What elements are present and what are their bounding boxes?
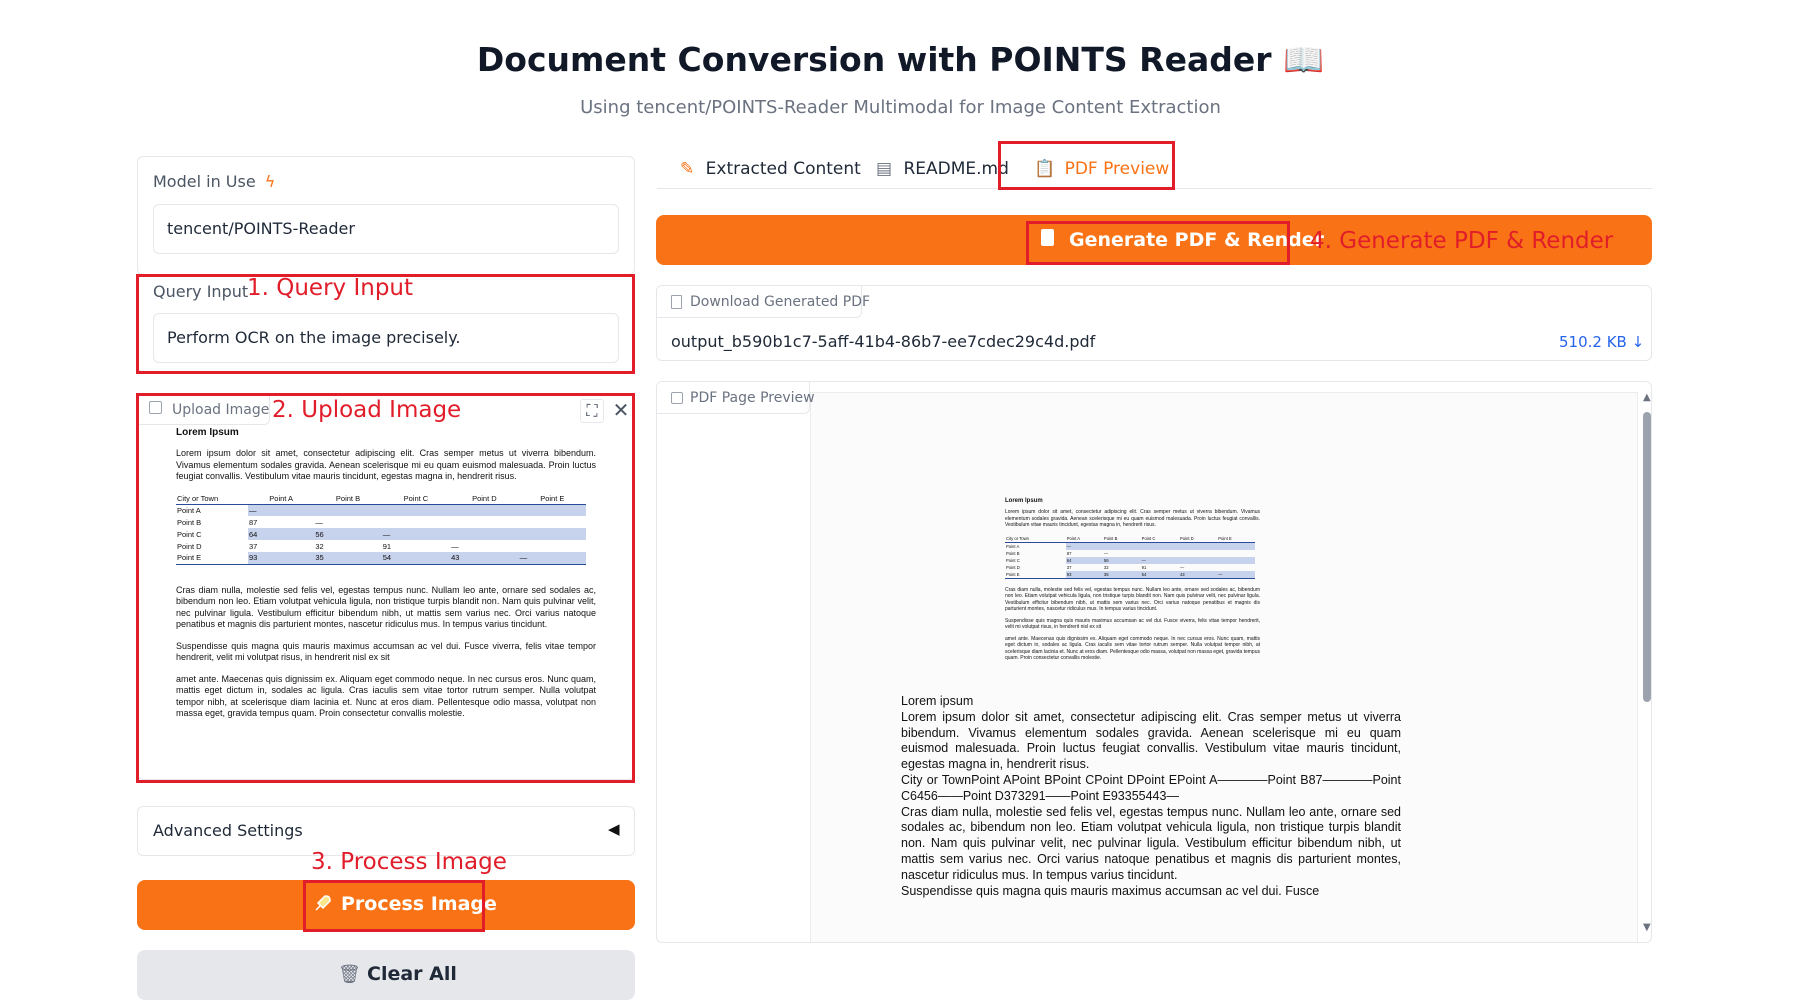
clear-all-button[interactable]: 🗑 Clear All <box>137 950 635 1000</box>
download-file-name[interactable]: output_b590b1c7-5aff-41b4-86b7-ee7cdec29… <box>671 332 1095 351</box>
trash-icon: 🗑 <box>338 964 361 985</box>
document-icon: ▤ <box>876 159 893 179</box>
tab-readme[interactable]: ▤ README.md <box>876 159 1009 179</box>
advanced-settings-label: Advanced Settings <box>153 821 303 840</box>
extracted-paragraph: Suspendisse quis magna quis mauris maxim… <box>901 883 1320 898</box>
memo-icon: ✎ <box>680 159 695 179</box>
annotation-box-upload <box>136 393 635 783</box>
pdf-page-canvas: Lorem Ipsum Lorem ipsum dolor sit amet, … <box>810 392 1638 942</box>
collapse-arrow-icon[interactable]: ◀ <box>608 820 620 838</box>
download-tag: Download Generated PDF <box>657 286 870 318</box>
file-size-link[interactable]: 510.2 KB ↓ <box>1559 333 1644 351</box>
annotation-generate-pdf: 4. Generate PDF & Render <box>1310 228 1614 254</box>
annotation-query-input: 1. Query Input <box>247 275 414 301</box>
pdf-extracted-text: Lorem ipsum Lorem ipsum dolor sit amet, … <box>901 694 1401 899</box>
pdf-embedded-image: Lorem Ipsum Lorem ipsum dolor sit amet, … <box>1005 498 1260 661</box>
annotation-box-pdf-tab <box>998 141 1175 190</box>
model-field[interactable]: tencent/POINTS-Reader <box>153 204 619 254</box>
extracted-paragraph: Lorem ipsum dolor sit amet, consectetur … <box>901 709 1401 772</box>
file-icon <box>671 295 682 309</box>
annotation-box-generate <box>1026 221 1290 265</box>
tab-extracted-content[interactable]: ✎ Extracted Content <box>680 159 861 179</box>
extracted-paragraph: Cras diam nulla, molestie sed felis vel,… <box>901 804 1401 882</box>
scroll-up-icon[interactable]: ▲ <box>1643 392 1651 403</box>
pdf-preview-panel: PDF Page Preview Lorem Ipsum Lorem ipsum… <box>656 381 1652 943</box>
preview-tag: PDF Page Preview <box>657 382 815 414</box>
lightning-icon: ϟ <box>264 172 276 191</box>
scrollbar-thumb[interactable] <box>1643 412 1651 702</box>
clear-all-label: Clear All <box>367 963 457 985</box>
download-panel: Download Generated PDF output_b590b1c7-5… <box>656 285 1652 361</box>
page-subtitle: Using tencent/POINTS-Reader Multimodal f… <box>580 97 1221 118</box>
annotation-upload-image: 2. Upload Image <box>272 397 462 423</box>
preview-scrollbar[interactable]: ▲ ▼ <box>1641 392 1651 942</box>
image-icon <box>671 392 683 404</box>
download-arrow-icon: ↓ <box>1631 333 1645 351</box>
extracted-paragraph: City or TownPoint APoint BPoint CPoint D… <box>901 772 1401 803</box>
page-title: Document Conversion with POINTS Reader 📖 <box>476 40 1325 79</box>
annotation-process-image: 3. Process Image <box>311 849 507 875</box>
model-panel: Model in Use ϟ tencent/POINTS-Reader <box>137 156 635 275</box>
pdf-embedded-table: City or Town Point A Point B Point C Point D… <box>1005 535 1255 579</box>
scroll-down-icon[interactable]: ▼ <box>1643 922 1651 933</box>
model-label: Model in Use ϟ <box>153 172 276 191</box>
extracted-heading: Lorem ipsum <box>901 694 974 708</box>
annotation-box-process <box>303 880 485 932</box>
